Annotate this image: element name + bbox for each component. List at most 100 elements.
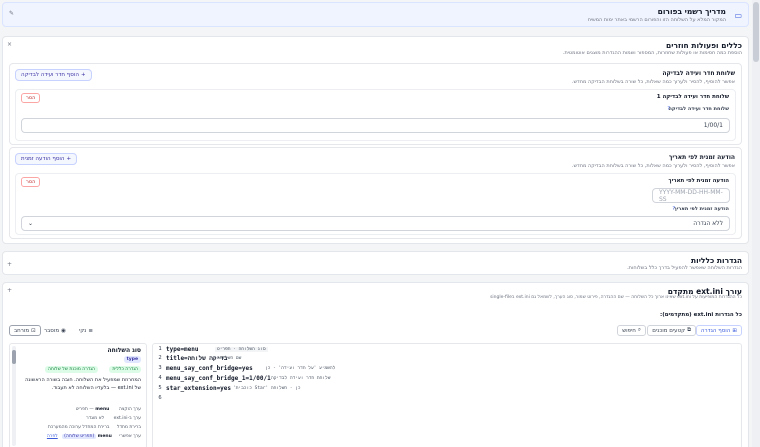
code-text: star_extension=yes <box>166 385 232 392</box>
timed-item-title: הודעה זמנית לפי תאריך <box>668 178 729 184</box>
room-delete-button[interactable]: הסר <box>21 93 41 103</box>
detail-key: ערך אפשרי <box>119 434 141 439</box>
view-clean-label: נקי <box>79 327 87 334</box>
detail-row: ערך אפשרי menu (תפריט שלוחה) לפרה <box>47 434 141 439</box>
room-delete-label: הסר <box>26 95 36 101</box>
timed-help-icon[interactable]: ? <box>672 206 675 212</box>
code-line[interactable]: 5 star_extension=yes כן · השלוחה 'Star כוכ… <box>153 385 741 394</box>
search-button[interactable]: ⌕ חיפוש <box>617 325 646 336</box>
detail-extra: — תפריט <box>75 407 94 412</box>
view-wrap-label: מורחב <box>14 327 30 334</box>
room-help-icon[interactable]: ? <box>667 106 670 112</box>
tag-ready: הגדרה מוכנת של שלוחה <box>44 366 98 373</box>
book-icon: ▭ <box>734 11 742 20</box>
detail-row: ברירת מחדל ברירת המחדל ערוכה מהמערכת <box>48 425 141 430</box>
collapse-icon[interactable]: + <box>7 287 12 294</box>
view-wrap-button[interactable]: ⊡ מורחב <box>9 325 41 336</box>
detail-value: menu <box>97 434 112 439</box>
code-annotation: כן · השלוחה 'Star כוכבית' <box>233 386 301 391</box>
tag-general: הגדרה כללית <box>109 366 141 373</box>
panel-scrollbar[interactable] <box>12 346 16 446</box>
detail-row: ערך ב-ext.ini לא מוגדר <box>86 416 141 421</box>
general-subtitle: הגדרות השלוחה שאפשר להפעיל בדרך כלל בשלו… <box>627 265 742 271</box>
code-text: menu_say_conf_bridge=yes <box>166 365 253 372</box>
timed-delete-label: הסר <box>26 179 36 185</box>
plus-icon: + <box>80 72 86 78</box>
code-line[interactable]: 3 menu_say_conf_bridge=yes להשמיע 'על חדר … <box>153 365 741 374</box>
detail-row: ערך הוקצה menu — תפריט <box>76 407 141 412</box>
code-annotation: שם השלוחה <box>217 356 242 361</box>
search-icon: ⌕ <box>637 327 641 333</box>
code-line[interactable]: 1 type=menu סוג השלוחה · תפריט <box>153 346 741 355</box>
code-annotation: שלוחת חדר ועידה לבדיקה <box>271 376 331 381</box>
room-section-subtitle: אפשר להוסיף, להסיר ולערוך כמה שאלות, כל … <box>571 79 735 85</box>
code-annotation: להשמיע 'על חדר ועידה' - כן <box>265 366 336 371</box>
guide-card[interactable]: ▭ מדריך רשמי בפורום המקור המלא על השלוחה… <box>2 2 749 27</box>
room-value-input[interactable]: 1/00/1 <box>21 118 730 133</box>
all-settings-label: כל הגדרות ext.ini (מתקדמים): <box>660 312 742 318</box>
editor-card: + עורך ext.ini מתקדם כל ההגדרות המופיעות… <box>2 282 749 447</box>
rules-card: × כללים ופעולות חוזרים הוספת כמה חסימות … <box>2 36 749 244</box>
line-number: 1 <box>158 346 162 352</box>
date-placeholder: YYYY-MM-DD-HH-MM-SS <box>659 188 723 203</box>
setting-details-panel: סוג השלוחה type הגדרה כללית הגדרה מוכנת … <box>9 343 147 447</box>
room-section: שלוחת חדר ועידה לבדיקה אפשר להוסיף, להסי… <box>9 63 742 145</box>
code-line[interactable]: 2 title=בדיקה שלוחה שם השלוחה <box>153 355 741 364</box>
code-line[interactable]: 4 menu_say_conf_bridge_1=1/00/1 שלוחת חדר … <box>153 375 741 384</box>
code-text: menu_say_conf_bridge_1=1/00/1 <box>166 375 271 382</box>
detail-value: ברירת המחדל ערוכה מהמערכת <box>47 425 110 430</box>
line-number: 5 <box>158 385 162 391</box>
setting-title: סוג השלוחה <box>107 347 141 354</box>
detail-key: ערך הוקצה <box>118 407 141 412</box>
detail-key: ברירת מחדל <box>116 425 141 430</box>
date-input[interactable]: YYYY-MM-DD-HH-MM-SS <box>652 188 730 203</box>
code-line[interactable]: 6 <box>153 395 741 404</box>
page-scrollbar[interactable] <box>752 0 760 447</box>
add-room-button[interactable]: + הוסף חדר ועידה לבדיקה <box>15 69 92 81</box>
room-value-text: 1/00/1 <box>703 122 723 129</box>
line-number: 6 <box>158 395 162 401</box>
guide-subtitle: המקור המלא על השלוחה הזו והפורום הרשמי ב… <box>587 17 726 23</box>
wrap-icon: ⊡ <box>31 327 36 334</box>
detail-key: ערך ב-ext.ini <box>113 416 141 421</box>
setting-key-badge: type <box>123 356 141 363</box>
add-setting-icon: ⊞ <box>732 327 737 334</box>
code-text: type=menu <box>166 346 199 353</box>
detail-extra: (תפריט שלוחה) <box>62 434 97 439</box>
setting-description: המחרוזת שמפעיל את השלוחה. חובה בשורה הרא… <box>25 377 141 391</box>
timed-section-title: הודעה זמנית לפי תאריך <box>668 154 735 161</box>
timed-select[interactable]: ללא הגדרה ⌄ <box>21 216 730 231</box>
snippets-button[interactable]: ⧉ קטעים מוכנים <box>647 325 696 336</box>
external-link-icon[interactable]: ✎ <box>9 10 14 17</box>
timed-delete-button[interactable]: הסר <box>21 177 41 187</box>
code-editor[interactable]: 1 type=menu סוג השלוחה · תפריט 2 title=בדיק… <box>152 343 742 447</box>
add-setting-label: הוסף הגדרה <box>700 327 731 334</box>
editor-subtitle: כל ההגדרות המופיעות על ext.ini שאינו ארו… <box>490 295 742 300</box>
code-annotation: סוג השלוחה · תפריט <box>215 347 268 352</box>
add-timed-label: הוסף הודעה זמנית <box>21 156 65 162</box>
timed-select-value: ללא הגדרה <box>693 220 723 227</box>
snippets-label: קטעים מוכנים <box>652 327 686 334</box>
line-number: 2 <box>158 355 162 361</box>
room-section-title: שלוחת חדר ועידה לבדיקה <box>662 70 735 77</box>
general-card[interactable]: הגדרות כלליות הגדרות השלוחה שאפשר להפעיל… <box>2 251 749 275</box>
timed-item: הודעה זמנית לפי תאריך הסר YYYY-MM-DD-HH-… <box>15 173 736 235</box>
collapse-icon[interactable]: × <box>7 41 12 48</box>
view-clean-button[interactable]: ≡ נקי <box>75 325 97 336</box>
view-compact-button[interactable]: ◉ מוסבר <box>40 325 70 336</box>
room-item-title: שלוחת חדר ועידה לבדיקה 1 <box>656 94 729 100</box>
guide-title: מדריך רשמי בפורום <box>657 7 726 16</box>
add-timed-button[interactable]: + הוסף הודעה זמנית <box>15 153 78 165</box>
room-item: שלוחת חדר ועידה לבדיקה 1 הסר שלוחת חדר ו… <box>15 89 736 141</box>
eye-icon: ◉ <box>61 327 66 334</box>
detail-value: menu <box>95 407 110 412</box>
line-number: 3 <box>158 365 162 371</box>
more-link[interactable]: לפרה <box>47 434 58 439</box>
expand-icon[interactable]: + <box>7 261 12 268</box>
line-number: 4 <box>158 375 162 381</box>
view-compact-label: מוסבר <box>44 327 60 334</box>
detail-value: לא מוגדר <box>86 416 105 421</box>
add-setting-button[interactable]: ⊞ הוסף הגדרה <box>695 325 742 336</box>
room-field-label: שלוחת חדר ועידה לבדיקה <box>668 106 730 112</box>
scrollbar-thumb[interactable] <box>753 2 759 62</box>
